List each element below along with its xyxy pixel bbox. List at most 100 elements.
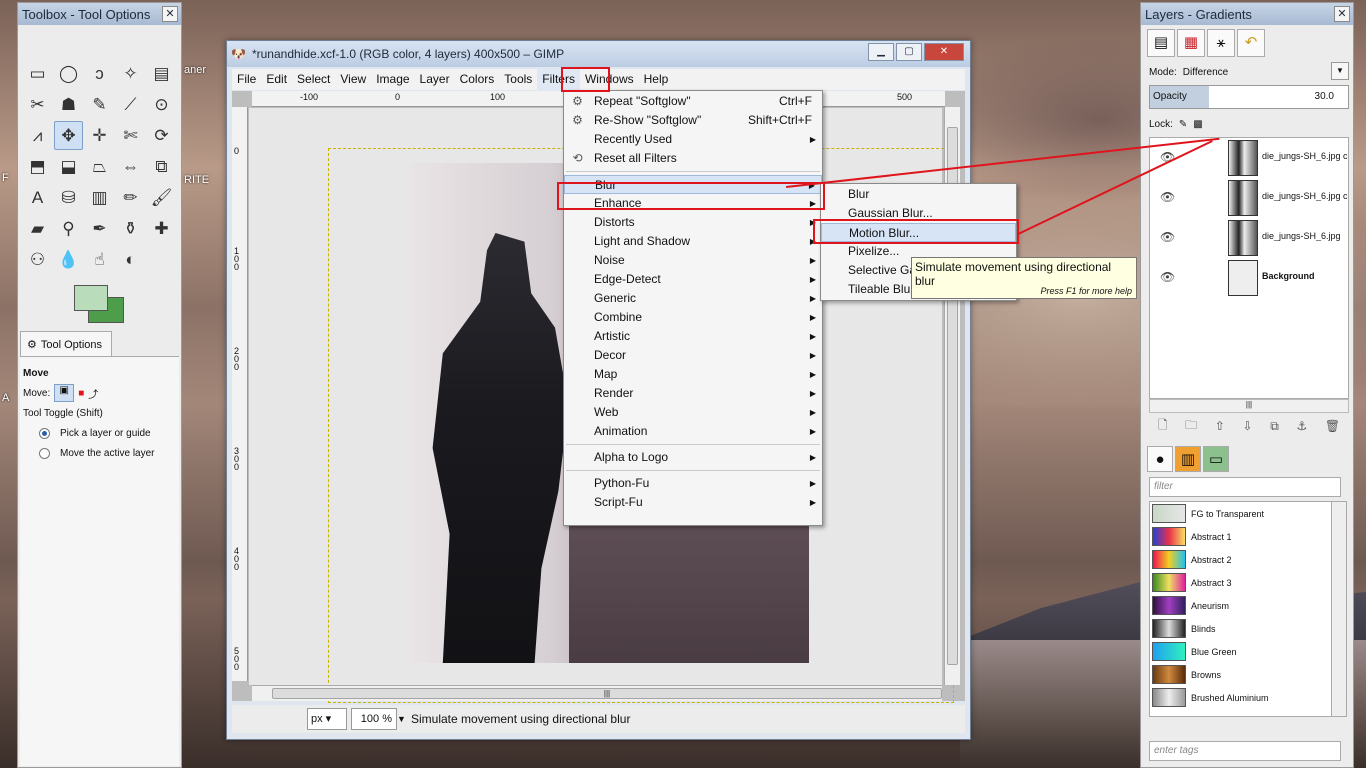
layers-scrollbar[interactable]: ||| (1149, 399, 1349, 413)
scale-icon[interactable]: ⬒ (23, 152, 52, 181)
menu-item-web[interactable]: Web ▶ (564, 403, 822, 422)
menu-item-distorts[interactable]: Distorts ▶ (564, 213, 822, 232)
gradient-item[interactable]: Aneurism (1150, 594, 1340, 617)
minimize-button[interactable]: ▁ (868, 43, 894, 61)
menu-edit[interactable]: Edit (261, 69, 292, 90)
paths-icon[interactable]: ✎ (85, 90, 114, 119)
move-selection-mode-icon[interactable]: ■ (78, 388, 84, 399)
dodge-burn-icon[interactable]: ◐ (116, 245, 145, 274)
eye-icon[interactable]: 👁 (1160, 270, 1175, 284)
menu-item-generic[interactable]: Generic ▶ (564, 289, 822, 308)
color-picker-icon[interactable]: ⟋ (116, 90, 145, 119)
gradient-item[interactable]: FG to Transparent (1150, 502, 1340, 525)
shear-icon[interactable]: ⬓ (54, 152, 83, 181)
gradients-tab-icon[interactable]: ▭ (1203, 446, 1229, 472)
radio-button-icon[interactable] (39, 427, 50, 439)
channels-tab-icon[interactable]: ▦ (1177, 29, 1205, 57)
menu-item-gaussian-blur[interactable]: Gaussian Blur... (821, 204, 1016, 223)
blend-icon[interactable]: ▥ (85, 183, 114, 212)
maximize-button[interactable]: ▢ (896, 43, 922, 61)
gradient-item[interactable]: Abstract 2 (1150, 548, 1340, 571)
radio-button-icon[interactable] (39, 447, 50, 459)
menu-windows[interactable]: Windows (580, 69, 639, 90)
new-group-icon[interactable]: 🗀 (1185, 416, 1197, 437)
menu-item-noise[interactable]: Noise ▶ (564, 251, 822, 270)
measure-icon[interactable]: ⩘ (23, 121, 52, 150)
patterns-tab-icon[interactable]: ▥ (1175, 446, 1201, 472)
foreground-color-swatch[interactable] (74, 285, 108, 311)
heal-icon[interactable]: ✚ (147, 214, 176, 243)
ruler-vertical[interactable]: 0 1 0 0 2 0 0 3 0 0 4 0 0 5 0 0 (232, 107, 248, 681)
blur-sharpen-icon[interactable]: 💧 (54, 245, 83, 274)
perspective-icon[interactable]: ⏢ (85, 152, 114, 181)
close-icon[interactable]: ✕ (162, 6, 178, 22)
menu-select[interactable]: Select (292, 69, 335, 90)
menu-item-blur[interactable]: Blur (821, 185, 1016, 204)
crop-icon[interactable]: ✄ (116, 121, 145, 150)
eye-icon[interactable]: 👁 (1160, 190, 1175, 204)
tab-tool-options[interactable]: ⚙ Tool Options (20, 331, 112, 357)
ink-icon[interactable]: ✒ (85, 214, 114, 243)
duplicate-layer-icon[interactable]: ⧉ (1270, 419, 1279, 434)
menu-layer[interactable]: Layer (415, 69, 455, 90)
lock-alpha-icon[interactable]: ▩ (1193, 119, 1202, 130)
move-path-mode-icon[interactable]: ⤴ (88, 386, 98, 401)
layer-row[interactable]: 👁 die_jungs-SH_6.jpg (1150, 218, 1348, 258)
move-icon[interactable]: ✥ (54, 121, 83, 150)
lasso-icon[interactable]: ↄ (85, 59, 114, 88)
zoom-dropdown-icon[interactable]: ▼ (397, 708, 407, 730)
menu-item-re-show-softglow[interactable]: ⚙ Re-Show "Softglow" Shift+Ctrl+F (564, 111, 822, 130)
new-layer-icon[interactable]: 🗋 (1158, 416, 1168, 437)
pencil-icon[interactable]: ✏ (116, 183, 145, 212)
rect-select-icon[interactable]: ▭ (23, 59, 52, 88)
menu-item-enhance[interactable]: Enhance ▶ (564, 194, 822, 213)
desktop-icon-label-1[interactable]: aner (184, 64, 206, 76)
horizontal-scroll-thumb[interactable]: ||| (272, 688, 942, 699)
layer-row[interactable]: 👁 die_jungs-SH_6.jpg c (1150, 178, 1348, 218)
radio-move-active[interactable]: Move the active layer (23, 443, 176, 463)
layer-name[interactable]: die_jungs-SH_6.jpg (1262, 231, 1350, 241)
close-button[interactable]: ✕ (924, 43, 964, 61)
cage-icon[interactable]: ⧉ (147, 152, 176, 181)
layer-name[interactable]: die_jungs-SH_6.jpg c (1262, 191, 1350, 201)
zoom-field[interactable]: 100 % (351, 708, 397, 730)
radio-pick-layer[interactable]: Pick a layer or guide (23, 423, 176, 443)
menu-filters[interactable]: Filters (537, 69, 580, 90)
desktop-icon-label-3[interactable]: A (2, 392, 9, 404)
desktop-icon-label-2[interactable]: RITE (184, 174, 209, 186)
gradient-item[interactable]: Abstract 3 (1150, 571, 1340, 594)
clone-icon[interactable]: ⚱ (116, 214, 145, 243)
raise-layer-icon[interactable]: ⇧ (1215, 419, 1225, 433)
menu-view[interactable]: View (335, 69, 371, 90)
menu-item-artistic[interactable]: Artistic ▶ (564, 327, 822, 346)
layers-titlebar[interactable]: Layers - Gradients ✕ (1141, 3, 1353, 25)
close-icon[interactable]: ✕ (1334, 6, 1350, 22)
menu-item-python-fu[interactable]: Python-Fu ▶ (564, 474, 822, 493)
eye-icon[interactable]: 👁 (1160, 230, 1175, 244)
rotate-icon[interactable]: ⟳ (147, 121, 176, 150)
gradient-scrollbar[interactable] (1331, 501, 1347, 717)
menu-item-alpha-to-logo[interactable]: Alpha to Logo ▶ (564, 448, 822, 467)
opacity-slider[interactable]: Opacity 30.0 (1149, 85, 1349, 109)
lower-layer-icon[interactable]: ⇩ (1243, 419, 1253, 433)
menu-item-motion-blur[interactable]: Motion Blur... (821, 223, 1016, 242)
smudge-icon[interactable]: ☝ (85, 245, 114, 274)
gradient-item[interactable]: Abstract 1 (1150, 525, 1340, 548)
menu-tools[interactable]: Tools (499, 69, 537, 90)
menu-item-recently-used[interactable]: Recently Used ▶ (564, 130, 822, 149)
menu-image[interactable]: Image (371, 69, 414, 90)
menu-item-decor[interactable]: Decor ▶ (564, 346, 822, 365)
airbrush-icon[interactable]: ⚲ (54, 214, 83, 243)
menu-item-repeat-softglow[interactable]: ⚙ Repeat "Softglow" Ctrl+F (564, 92, 822, 111)
layer-name[interactable]: Background (1262, 271, 1350, 281)
foreground-select-icon[interactable]: ☗ (54, 90, 83, 119)
delete-layer-icon[interactable]: 🗑 (1325, 419, 1340, 433)
eye-icon[interactable]: 👁 (1160, 150, 1175, 164)
color-select-icon[interactable]: ▤ (147, 59, 176, 88)
menu-colors[interactable]: Colors (455, 69, 500, 90)
eraser-icon[interactable]: ▰ (23, 214, 52, 243)
text-icon[interactable]: A (23, 183, 52, 212)
fuzzy-select-icon[interactable]: ✧ (116, 59, 145, 88)
layers-tab-icon[interactable]: ▤ (1147, 29, 1175, 57)
unit-selector[interactable]: px ▾ (307, 708, 347, 730)
